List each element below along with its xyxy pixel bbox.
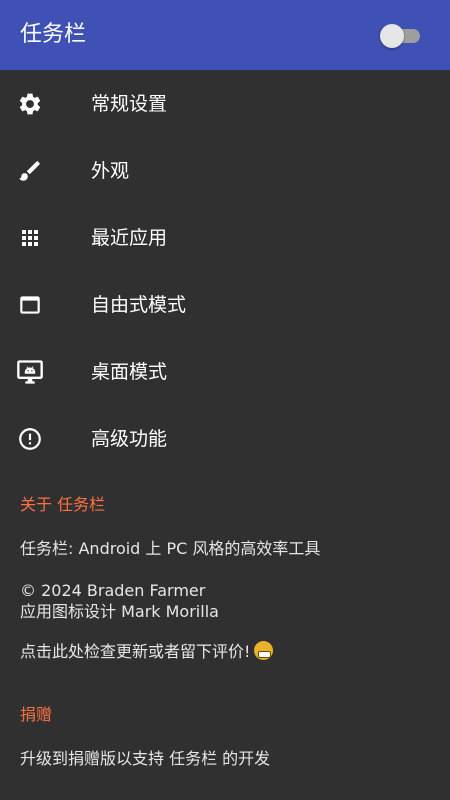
window-icon [16, 292, 44, 318]
menu-item-label: 高级功能 [91, 428, 168, 450]
menu-item-label: 自由式模式 [91, 294, 187, 316]
menu-item-freeform[interactable]: 自由式模式 [0, 271, 450, 338]
update-link-text: 点击此处检查更新或者留下评价! [20, 642, 251, 661]
toggle-thumb [380, 24, 404, 48]
menu-item-label: 最近应用 [91, 227, 168, 249]
menu-item-appearance[interactable]: 外观 [0, 137, 450, 204]
alert-circle-icon [16, 426, 44, 452]
menu-item-label: 桌面模式 [91, 361, 168, 383]
app-bar: 任务栏 [0, 0, 450, 70]
settings-menu: 常规设置 外观 最近应用 自由式模式 桌面模式 高级功能 [0, 70, 450, 472]
donate-link[interactable]: 升级到捐赠版以支持 任务栏 的开发 [20, 748, 270, 769]
brush-icon [16, 158, 44, 184]
menu-item-desktop[interactable]: 桌面模式 [0, 338, 450, 405]
menu-item-recent-apps[interactable]: 最近应用 [0, 204, 450, 271]
update-link[interactable]: 点击此处检查更新或者留下评价! [20, 641, 274, 662]
grid-icon [16, 225, 44, 251]
icon-credit-text: 应用图标设计 Mark Morilla [20, 602, 219, 621]
enable-toggle[interactable] [380, 23, 422, 48]
app-description: 任务栏: Android 上 PC 风格的高效率工具 [20, 539, 321, 558]
menu-item-label: 常规设置 [91, 93, 168, 115]
donate-section-title: 捐赠 [20, 705, 53, 724]
about-section-title: 关于 任务栏 [20, 495, 106, 514]
menu-item-label: 外观 [91, 160, 130, 182]
copyright-text: © 2024 Braden Farmer [20, 581, 206, 600]
menu-item-general[interactable]: 常规设置 [0, 70, 450, 137]
menu-item-advanced[interactable]: 高级功能 [0, 405, 450, 472]
monitor-android-icon [16, 359, 44, 385]
app-title: 任务栏 [20, 22, 87, 47]
gear-icon [16, 91, 44, 117]
grinning-emoji-icon [254, 641, 274, 660]
